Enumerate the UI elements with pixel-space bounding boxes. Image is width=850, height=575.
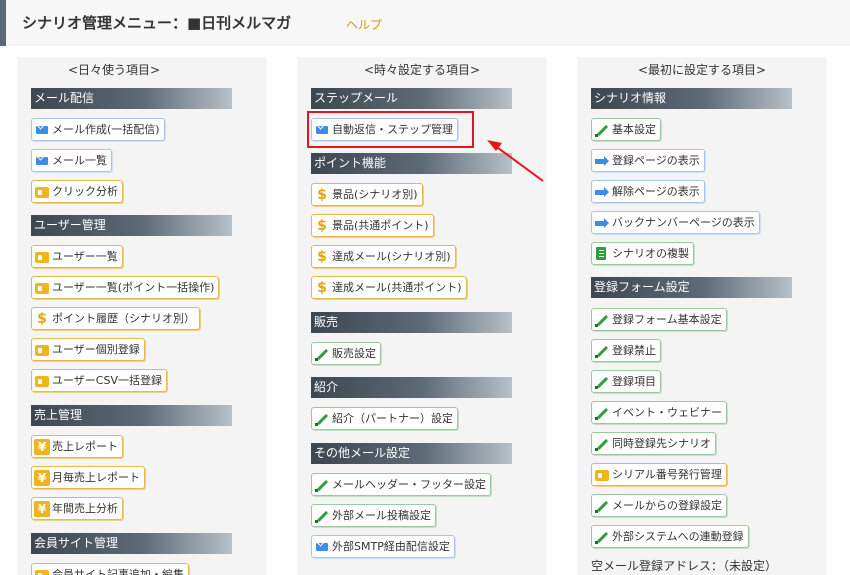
pencil-icon bbox=[594, 343, 610, 359]
mail-icon bbox=[34, 122, 50, 138]
pencil-icon bbox=[594, 374, 610, 390]
pencil-icon bbox=[594, 436, 610, 452]
section-scenario-info: シナリオ情報 bbox=[591, 88, 792, 109]
yearly-report-button[interactable]: ¥ 年間売上分析 bbox=[31, 497, 123, 520]
card-icon bbox=[34, 567, 50, 575]
pencil-icon bbox=[314, 508, 330, 524]
pencil-icon bbox=[594, 122, 610, 138]
section-other-mail: その他メール設定 bbox=[311, 443, 512, 464]
external-post-button[interactable]: 外部メール投稿設定 bbox=[311, 504, 436, 527]
column-heading-occasional: <時々設定する項目> bbox=[363, 63, 481, 77]
dollar-icon: $ bbox=[317, 279, 327, 296]
section-sales: 販売 bbox=[311, 312, 512, 333]
pencil-icon bbox=[594, 529, 610, 545]
unreg-page-button[interactable]: 解除ページの表示 bbox=[591, 180, 705, 203]
page-title: シナリオ管理メニュー：■日刊メルマガ bbox=[22, 14, 292, 32]
section-form-setting: 登録フォーム設定 bbox=[591, 277, 792, 298]
yen-icon: ¥ bbox=[34, 469, 50, 486]
click-analysis-button[interactable]: クリック分析 bbox=[31, 180, 123, 203]
section-user-management: ユーザー管理 bbox=[31, 215, 232, 236]
dollar-icon: $ bbox=[317, 186, 327, 203]
partner-setting-button[interactable]: 紹介（パートナー）設定 bbox=[311, 407, 458, 430]
card-icon bbox=[34, 184, 50, 200]
fields-button[interactable]: 登録項目 bbox=[591, 370, 661, 393]
help-link[interactable]: ヘルプ bbox=[346, 16, 382, 33]
monthly-report-button[interactable]: ¥ 月毎売上レポート bbox=[31, 466, 145, 489]
mail-list-button[interactable]: メール一覧 bbox=[31, 149, 112, 172]
backnumber-page-button[interactable]: バックナンバーページの表示 bbox=[591, 211, 760, 234]
card-icon bbox=[34, 249, 50, 265]
user-list-point-button[interactable]: ユーザー一覧(ポイント一括操作) bbox=[31, 276, 220, 299]
highlight-box bbox=[307, 111, 474, 148]
yen-icon: ¥ bbox=[34, 500, 50, 517]
pencil-icon bbox=[594, 312, 610, 328]
ban-button[interactable]: 登録禁止 bbox=[591, 339, 661, 362]
section-step-mail: ステップメール bbox=[311, 88, 512, 109]
prize-common-button[interactable]: $ 景品(共通ポイント) bbox=[311, 214, 434, 237]
smtp-button[interactable]: 外部SMTP経由配信設定 bbox=[311, 535, 455, 558]
mail-icon bbox=[34, 153, 50, 169]
prize-scenario-button[interactable]: $ 景品(シナリオ別) bbox=[311, 183, 423, 206]
scenario-copy-button[interactable]: シナリオの複製 bbox=[591, 242, 694, 265]
mail-icon bbox=[314, 539, 330, 555]
empty-mail-address-label: 空メール登録アドレス：（未設定） bbox=[591, 559, 778, 573]
external-system-button[interactable]: 外部システムへの連動登録 bbox=[591, 525, 749, 548]
sales-report-button[interactable]: ¥ 売上レポート bbox=[31, 435, 123, 458]
event-webinar-button[interactable]: イベント・ウェビナー bbox=[591, 401, 727, 424]
column-heading-daily: <日々使う項目> bbox=[67, 63, 161, 77]
dollar-icon: $ bbox=[37, 310, 47, 327]
section-introduction: 紹介 bbox=[311, 377, 512, 398]
section-mail-delivery: メール配信 bbox=[31, 88, 232, 109]
mail-register-button[interactable]: メールからの登録設定 bbox=[591, 494, 727, 517]
user-csv-button[interactable]: ユーザーCSV一括登録 bbox=[31, 369, 167, 392]
user-list-button[interactable]: ユーザー一覧 bbox=[31, 245, 123, 268]
serial-number-button[interactable]: シリアル番号発行管理 bbox=[591, 463, 727, 486]
header-footer-button[interactable]: メールヘッダー・フッター設定 bbox=[311, 473, 491, 496]
initial-items-column: <最初に設定する項目> シナリオ情報 基本設定 登録ページの表示 解除ページの表… bbox=[577, 57, 827, 575]
pencil-icon bbox=[594, 405, 610, 421]
document-copy-icon bbox=[594, 246, 610, 262]
reg-page-button[interactable]: 登録ページの表示 bbox=[591, 149, 705, 172]
basic-setting-button[interactable]: 基本設定 bbox=[591, 118, 661, 141]
simul-scenario-button[interactable]: 同時登録先シナリオ bbox=[591, 432, 716, 455]
user-register-button[interactable]: ユーザー個別登録 bbox=[31, 338, 145, 361]
section-sales-management: 売上管理 bbox=[31, 405, 232, 426]
card-icon bbox=[34, 280, 50, 296]
section-point-function: ポイント機能 bbox=[311, 153, 512, 174]
pencil-icon bbox=[314, 346, 330, 362]
page-header: シナリオ管理メニュー：■日刊メルマガ ヘルプ bbox=[0, 0, 850, 46]
pencil-icon bbox=[314, 411, 330, 427]
dollar-icon: $ bbox=[317, 217, 327, 234]
column-heading-initial: <最初に設定する項目> bbox=[637, 63, 767, 77]
achieve-scenario-button[interactable]: $ 達成メール(シナリオ別) bbox=[311, 245, 456, 268]
arrow-right-icon bbox=[594, 215, 610, 231]
dollar-icon: $ bbox=[317, 248, 327, 265]
member-article-button[interactable]: 会員サイト記事追加・編集 bbox=[31, 563, 189, 575]
card-icon bbox=[34, 373, 50, 389]
card-icon bbox=[34, 342, 50, 358]
yen-icon: ¥ bbox=[34, 438, 50, 455]
form-basic-button[interactable]: 登録フォーム基本設定 bbox=[591, 308, 727, 331]
pencil-icon bbox=[314, 477, 330, 493]
card-icon bbox=[594, 467, 610, 483]
section-member-site: 会員サイト管理 bbox=[31, 533, 232, 554]
sales-setting-button[interactable]: 販売設定 bbox=[311, 342, 381, 365]
mail-create-button[interactable]: メール作成(一括配信) bbox=[31, 118, 165, 141]
pencil-icon bbox=[594, 498, 610, 514]
arrow-right-icon bbox=[594, 184, 610, 200]
arrow-right-icon bbox=[594, 153, 610, 169]
achieve-common-button[interactable]: $ 達成メール(共通ポイント) bbox=[311, 276, 467, 299]
daily-items-column: <日々使う項目> メール配信 メール作成(一括配信) メール一覧 クリック分析 … bbox=[17, 57, 267, 575]
point-history-button[interactable]: $ ポイント履歴（シナリオ別） bbox=[31, 307, 200, 330]
